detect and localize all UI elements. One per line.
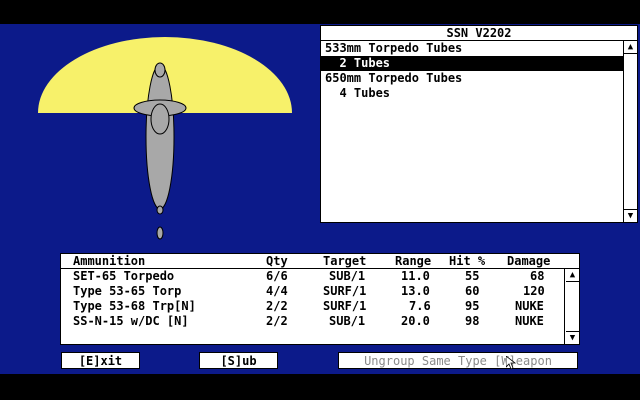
ammo-damage: NUKE bbox=[515, 314, 544, 328]
slot-row[interactable]: 533mm Torpedo Tubes bbox=[321, 41, 637, 56]
col-qty: Qty bbox=[266, 254, 288, 268]
slot-row[interactable]: 4 Tubes bbox=[321, 86, 637, 101]
ungroup-weapon-button[interactable]: Ungroup Same Type [W]eapon bbox=[338, 352, 578, 369]
ammo-qty: 2/2 bbox=[266, 299, 288, 313]
ammo-row[interactable]: SS-N-15 w/DC [N] 2/2 SUB/1 20.0 98 NUKE bbox=[61, 314, 579, 329]
ammo-name: Type 53-65 Torp bbox=[73, 284, 182, 298]
ammo-damage: 120 bbox=[523, 284, 545, 298]
ammo-damage: 68 bbox=[530, 269, 545, 283]
ammo-row[interactable]: Type 53-65 Torp 4/4 SURF/1 13.0 60 120 bbox=[61, 284, 579, 299]
weapon-slot-title: SSN V2202 bbox=[321, 26, 637, 41]
ammo-range: 7.6 bbox=[409, 299, 431, 313]
sub-button[interactable]: [S]ub bbox=[199, 352, 278, 369]
col-hit: Hit % bbox=[449, 254, 486, 268]
ammo-name: SS-N-15 w/DC [N] bbox=[73, 314, 189, 328]
ammo-target: SURF/1 bbox=[323, 284, 367, 298]
ammo-target: SUB/1 bbox=[329, 269, 366, 283]
ammo-damage: NUKE bbox=[515, 299, 544, 313]
down-arrow-icon[interactable]: ▼ bbox=[624, 209, 637, 222]
slot-row-selected[interactable]: 2 Tubes bbox=[321, 56, 623, 71]
ammo-target: SURF/1 bbox=[323, 299, 367, 313]
up-arrow-icon[interactable]: ▲ bbox=[566, 269, 579, 282]
ammo-range: 20.0 bbox=[401, 314, 430, 328]
ammo-target: SUB/1 bbox=[329, 314, 366, 328]
ammunition-table: Ammunition Qty Target Range Hit % Damage… bbox=[60, 253, 580, 345]
col-damage: Damage bbox=[507, 254, 551, 268]
ammo-row[interactable]: Type 53-68 Trp[N] 2/2 SURF/1 7.6 95 NUKE bbox=[61, 299, 579, 314]
ammo-hit: 60 bbox=[465, 284, 480, 298]
ammo-hit: 98 bbox=[465, 314, 480, 328]
slot-row[interactable]: 650mm Torpedo Tubes bbox=[321, 71, 637, 86]
ammo-hit: 55 bbox=[465, 269, 480, 283]
exit-button[interactable]: [E]xit bbox=[61, 352, 140, 369]
ammo-name: Type 53-68 Trp[N] bbox=[73, 299, 196, 313]
ammo-qty: 2/2 bbox=[266, 314, 288, 328]
ammo-scrollbar[interactable]: ▲ ▼ bbox=[564, 269, 579, 344]
ammo-qty: 4/4 bbox=[266, 284, 288, 298]
ammo-qty: 6/6 bbox=[266, 269, 288, 283]
slot-scrollbar[interactable]: ▲ ▼ bbox=[623, 41, 637, 222]
ammo-range: 11.0 bbox=[401, 269, 430, 283]
submarine-view bbox=[38, 37, 292, 240]
ammo-row[interactable]: SET-65 Torpedo 6/6 SUB/1 11.0 55 68 bbox=[61, 269, 579, 284]
mouse-pointer-icon bbox=[506, 356, 516, 370]
ammo-header-row: Ammunition Qty Target Range Hit % Damage bbox=[61, 254, 579, 269]
down-arrow-icon[interactable]: ▼ bbox=[566, 331, 579, 344]
col-range: Range bbox=[395, 254, 432, 268]
ammo-hit: 95 bbox=[465, 299, 480, 313]
up-arrow-icon[interactable]: ▲ bbox=[624, 41, 637, 54]
ammo-range: 13.0 bbox=[401, 284, 430, 298]
ammo-name: SET-65 Torpedo bbox=[73, 269, 175, 283]
col-target: Target bbox=[323, 254, 367, 268]
col-ammunition: Ammunition bbox=[73, 254, 146, 268]
weapon-slot-list: SSN V2202 533mm Torpedo Tubes 2 Tubes 65… bbox=[320, 25, 638, 223]
